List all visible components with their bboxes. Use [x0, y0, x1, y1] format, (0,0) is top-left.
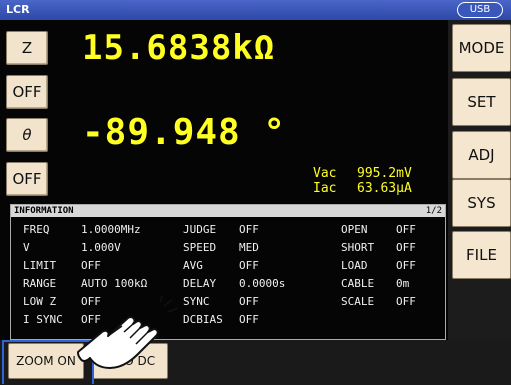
info-value: OFF: [239, 313, 259, 326]
set-button[interactable]: SET: [452, 78, 511, 126]
info-label: SPEED: [183, 241, 217, 254]
param2-button[interactable]: θ: [6, 118, 48, 152]
usb-indicator: USB: [457, 2, 503, 18]
info-label: JUDGE: [183, 223, 217, 236]
info-value: 0m: [396, 277, 410, 290]
info-label: DELAY: [183, 277, 217, 290]
information-title: INFORMATION: [14, 206, 74, 216]
info-value: OFF: [239, 259, 259, 272]
info-label: DCBIAS: [183, 313, 223, 326]
info-label: LOW Z: [23, 295, 57, 308]
info-label: CABLE: [341, 277, 375, 290]
info-value: OFF: [396, 259, 416, 272]
info-value: AUTO 100kΩ: [81, 277, 148, 290]
info-value: OFF: [239, 223, 259, 236]
info-value: OFF: [81, 259, 101, 272]
pointing-hand-icon: [77, 296, 179, 369]
vac-value: 995.2mV: [357, 166, 412, 181]
iac-label: Iac: [313, 181, 337, 196]
info-value: OFF: [396, 241, 416, 254]
primary-value: 15.6838kΩ: [82, 28, 276, 68]
info-value: 1.0000MHz: [81, 223, 141, 236]
info-label: LOAD: [341, 259, 368, 272]
info-label: SCALE: [341, 295, 375, 308]
title-bar: LCR USB: [0, 0, 511, 20]
info-value: MED: [239, 241, 259, 254]
param1-button[interactable]: Z: [6, 31, 48, 65]
info-value: OFF: [239, 295, 259, 308]
secondary-value: -89.948 °: [82, 112, 287, 153]
info-label: AVG: [183, 259, 203, 272]
info-label: SHORT: [341, 241, 375, 254]
mode-button[interactable]: MODE: [452, 24, 511, 72]
vac-label: Vac: [313, 166, 337, 181]
info-label: I SYNC: [23, 313, 63, 326]
app-title: LCR: [6, 3, 30, 16]
sys-button[interactable]: SYS: [452, 179, 511, 227]
range2-button[interactable]: OFF: [6, 162, 48, 196]
information-header: INFORMATION 1/2: [11, 205, 445, 217]
info-value: OFF: [396, 223, 416, 236]
info-value: 1.000V: [81, 241, 121, 254]
info-label: V: [23, 241, 30, 254]
info-value: OFF: [396, 295, 416, 308]
info-label: OPEN: [341, 223, 368, 236]
file-button[interactable]: FILE: [452, 231, 511, 279]
info-value: 0.0000s: [239, 277, 286, 290]
info-label: LIMIT: [23, 259, 57, 272]
info-label: FREQ: [23, 223, 50, 236]
iac-value: 63.63μA: [357, 181, 412, 196]
range1-button[interactable]: OFF: [6, 75, 48, 109]
information-page: 1/2: [425, 206, 442, 216]
info-label: RANGE: [23, 277, 57, 290]
adj-button[interactable]: ADJ: [452, 131, 511, 179]
